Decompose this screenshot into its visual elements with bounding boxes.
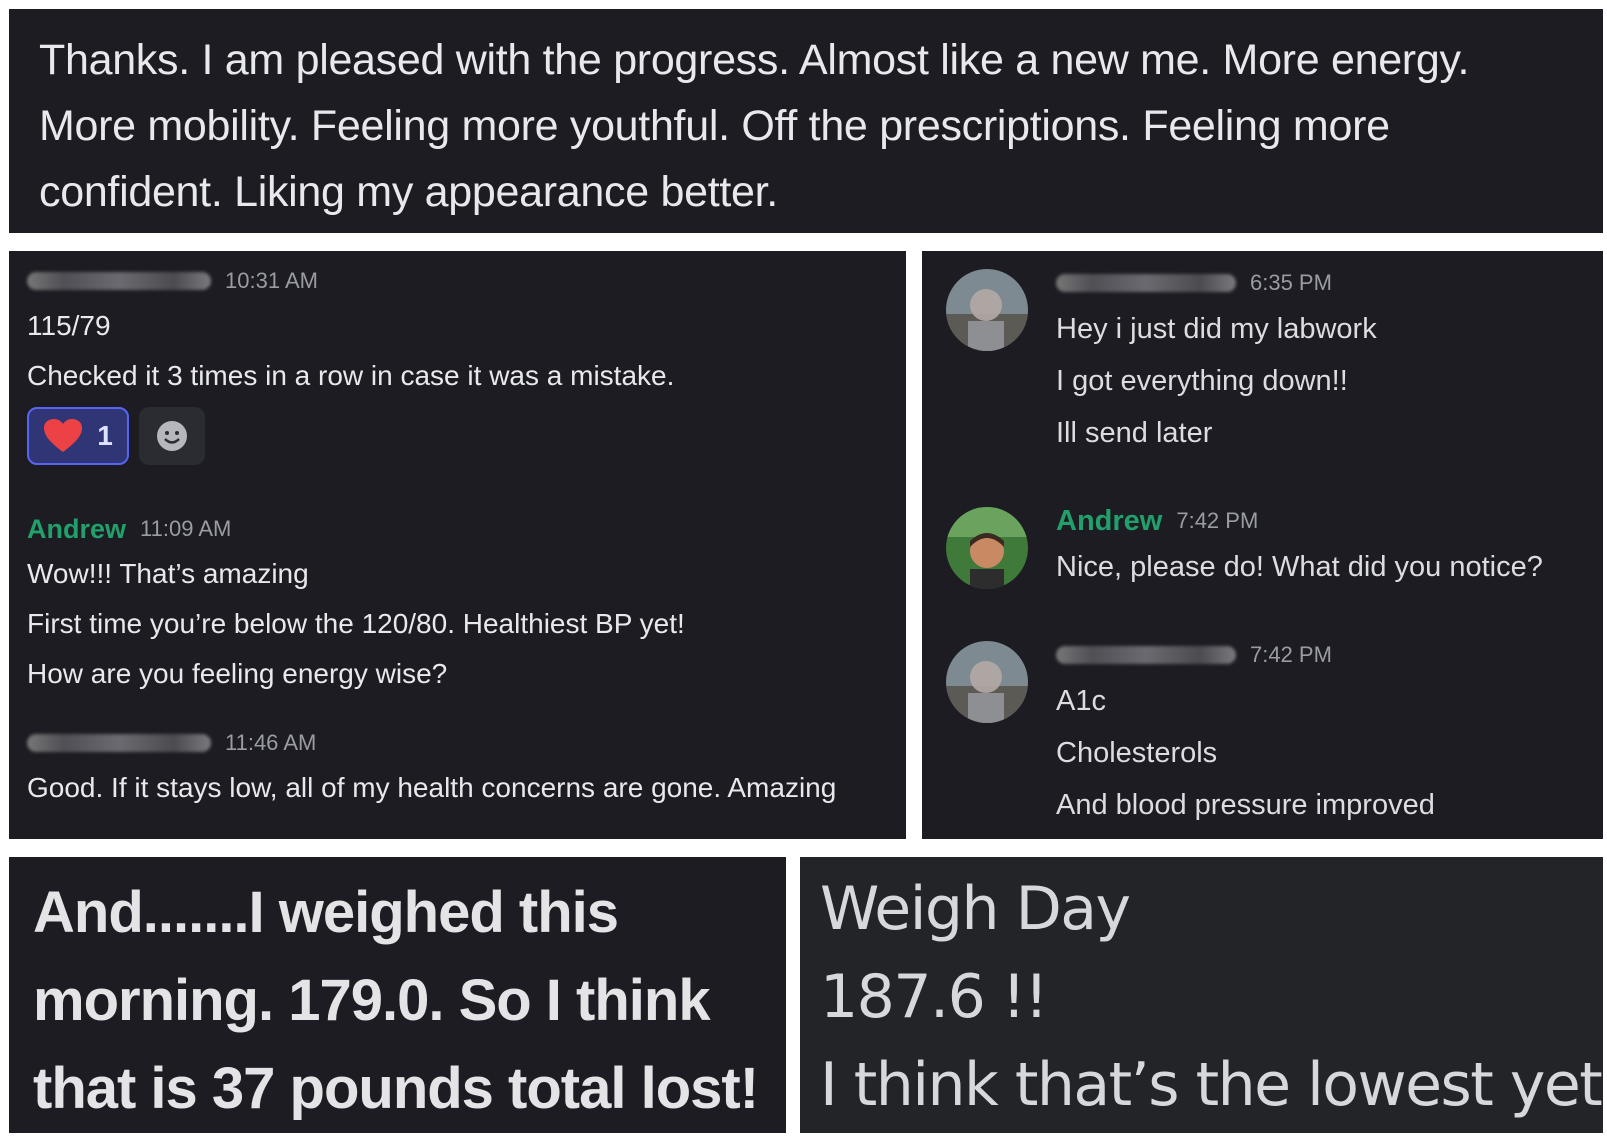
chat-message: 6:35 PM Hey i just did my labwork I got … [946,263,1579,459]
reaction-bar: 1 [27,407,888,465]
smiley-icon [157,421,187,451]
message-timestamp: 7:42 PM [1250,642,1332,667]
message-text: Weigh Day [820,874,1131,944]
message-timestamp: 11:46 AM [225,730,317,755]
blurred-avatar-icon [946,641,1028,723]
message-text: Wow!!! That’s amazing [27,558,309,589]
message-timestamp: 7:42 PM [1176,508,1259,533]
chat-panel-right: 6:35 PM Hey i just did my labwork I got … [922,251,1603,839]
redacted-username [27,734,211,752]
blurred-avatar-icon [946,269,1028,351]
message-text: Good. If it stays low, all of my health … [27,772,837,803]
chat-message: Andrew 7:42 PM Nice, please do! What did… [946,501,1579,593]
message-timestamp: 11:09 AM [140,516,232,541]
redacted-username [1056,646,1236,664]
quote-line: Thanks. I am pleased with the progress. … [39,36,1470,84]
author-name[interactable]: Andrew [27,514,126,545]
reaction-count: 1 [97,420,113,451]
avatar[interactable] [946,269,1028,351]
message-text: I think that’s the lowest yet [820,1050,1603,1120]
message-text: Ill send later [1056,417,1213,449]
message-text: I got everything down!! [1056,365,1348,397]
author-name[interactable]: Andrew [1056,505,1162,538]
message-text: And.......I weighed this [33,880,619,945]
heart-icon [44,419,83,452]
weight-message-panel: And.......I weighed this morning. 179.0.… [9,857,786,1133]
quote-line: More mobility. Feeling more youthful. Of… [39,102,1390,150]
chat-message: 10:31 AM 115/79 Checked it 3 times in a … [27,261,888,465]
weigh-day-panel: Weigh Day 187.6 !! I think that’s the lo… [800,857,1603,1133]
avatar[interactable] [946,507,1028,589]
quote-line: confident. Liking my appearance better. [39,168,778,216]
message-text: A1c [1056,685,1106,717]
message-text: Checked it 3 times in a row in case it w… [27,360,675,391]
message-text: How are you feeling energy wise? [27,658,448,689]
message-text: First time you’re below the 120/80. Heal… [27,608,685,639]
message-text: 115/79 [27,310,111,341]
message-text: And blood pressure improved [1056,789,1435,821]
message-timestamp: 6:35 PM [1250,270,1332,295]
message-text: Cholesterols [1056,737,1218,769]
add-reaction-button[interactable] [139,407,205,465]
message-text: that is 37 pounds total lost! [33,1056,759,1121]
redacted-username [1056,274,1236,292]
message-text: Hey i just did my labwork [1056,313,1377,345]
quote-panel-top: Thanks. I am pleased with the progress. … [9,9,1603,233]
message-text: Nice, please do! What did you notice? [1056,551,1543,583]
chat-message: 11:46 AM Good. If it stays low, all of m… [27,723,888,813]
message-timestamp: 10:31 AM [225,268,318,293]
redacted-username [27,272,211,290]
message-text: 187.6 !! [820,962,1048,1032]
profile-avatar-icon [946,507,1028,589]
message-text: morning. 179.0. So I think [33,968,711,1033]
chat-panel-left: 10:31 AM 115/79 Checked it 3 times in a … [9,251,906,839]
avatar[interactable] [946,641,1028,723]
chat-message: 7:42 PM A1c Cholesterols And blood press… [946,635,1579,831]
heart-reaction-button[interactable]: 1 [27,407,129,465]
chat-message: Andrew 11:09 AM Wow!!! That’s amazing Fi… [27,509,888,699]
